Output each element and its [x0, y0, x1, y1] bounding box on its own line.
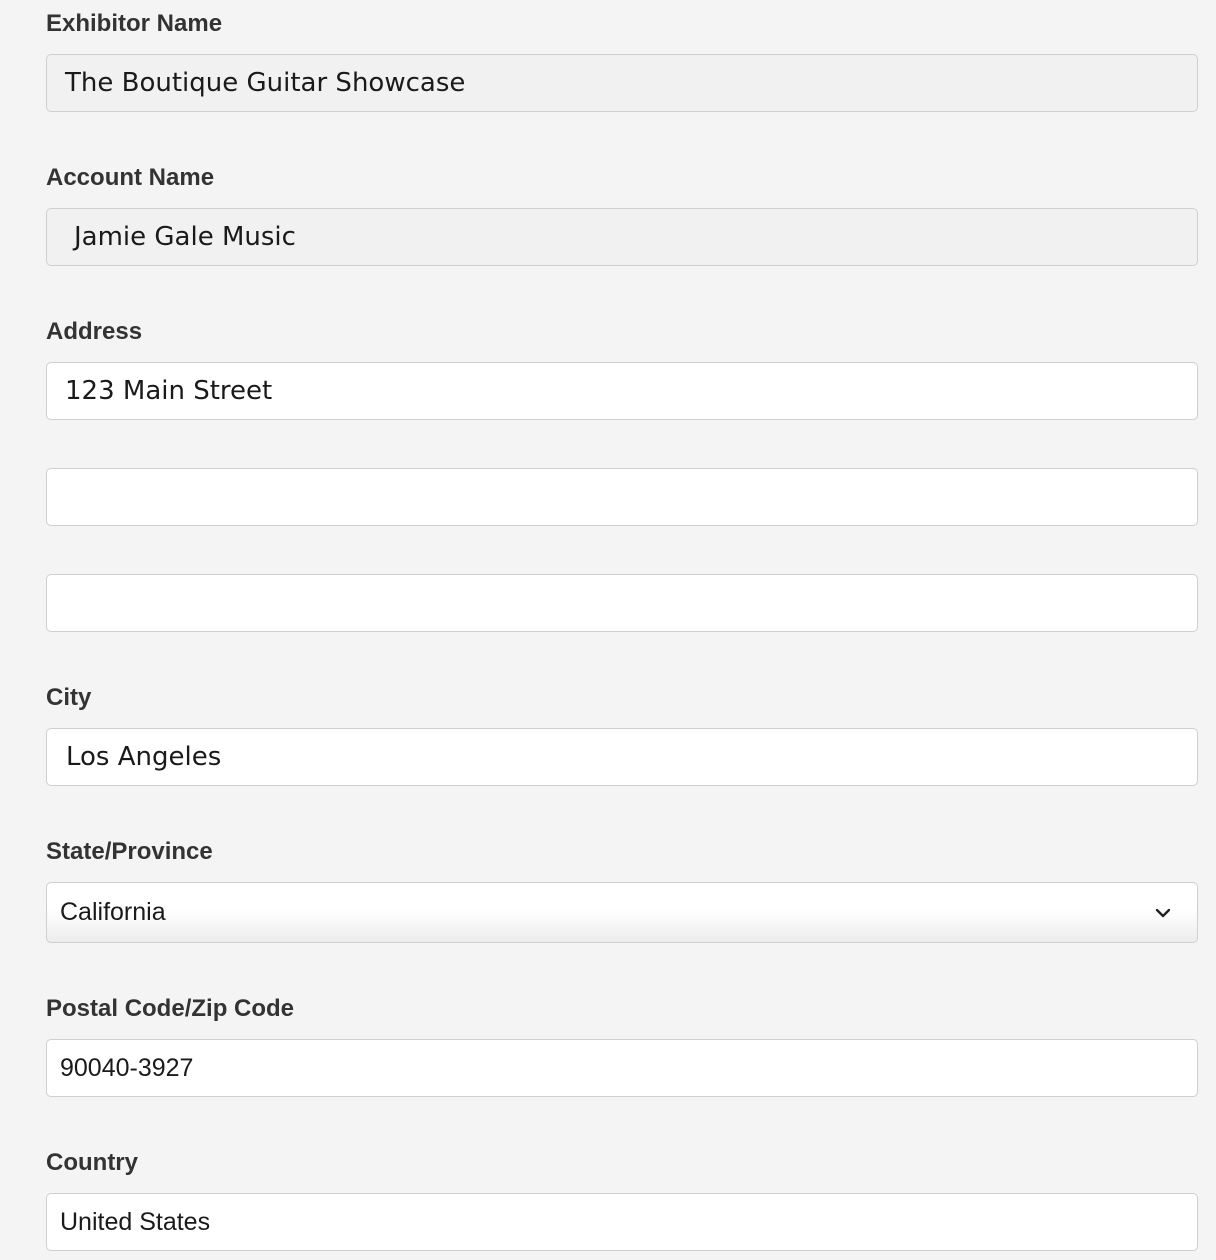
- address-line1-input[interactable]: 123 Main Street: [46, 362, 1198, 420]
- state-province-label: State/Province: [46, 838, 213, 865]
- postal-code-input[interactable]: 90040-3927: [46, 1039, 1198, 1097]
- exhibitor-name-value: The Boutique Guitar Showcase: [65, 68, 466, 98]
- address-label: Address: [46, 318, 143, 345]
- state-province-value: California: [60, 898, 166, 926]
- city-label: City: [46, 684, 92, 711]
- country-input[interactable]: United States: [46, 1193, 1198, 1251]
- exhibitor-name-field[interactable]: The Boutique Guitar Showcase: [46, 54, 1198, 112]
- state-province-select[interactable]: California: [46, 882, 1198, 943]
- address-line2-input[interactable]: [46, 468, 1198, 526]
- city-input[interactable]: Los Angeles: [46, 728, 1198, 786]
- account-name-field[interactable]: Jamie Gale Music: [46, 208, 1198, 266]
- address-line3-input[interactable]: [46, 574, 1198, 632]
- postal-code-value: 90040-3927: [60, 1053, 194, 1082]
- postal-code-label: Postal Code/Zip Code: [46, 995, 295, 1022]
- chevron-down-icon: [1155, 908, 1171, 917]
- address-line1-value: 123 Main Street: [65, 376, 273, 406]
- city-value: Los Angeles: [66, 742, 222, 772]
- account-name-value: Jamie Gale Music: [74, 222, 296, 252]
- country-value: United States: [60, 1207, 211, 1236]
- account-name-label: Account Name: [46, 164, 215, 191]
- country-label: Country: [46, 1149, 138, 1176]
- exhibitor-address-form: Exhibitor Name The Boutique Guitar Showc…: [0, 0, 1216, 1260]
- exhibitor-name-label: Exhibitor Name: [46, 10, 223, 37]
